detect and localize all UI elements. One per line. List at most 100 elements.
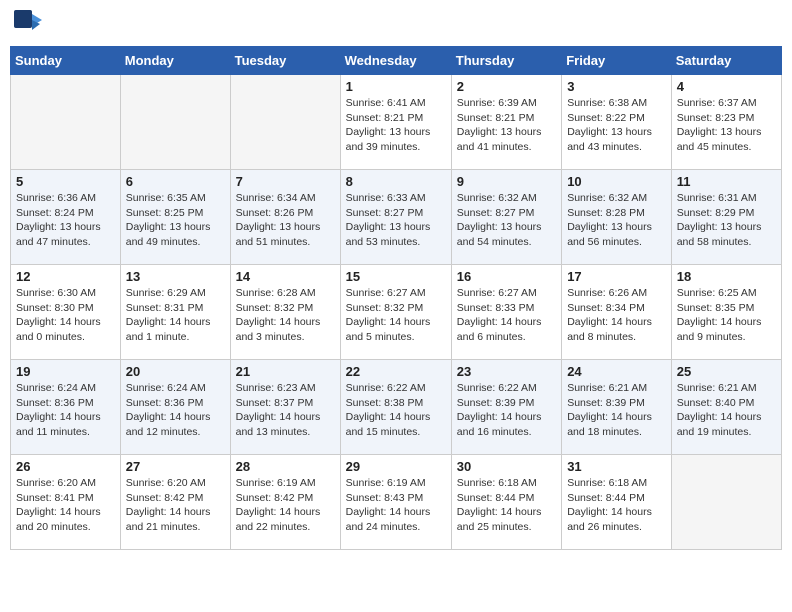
- day-info: Sunrise: 6:26 AM Sunset: 8:34 PM Dayligh…: [567, 286, 666, 345]
- calendar-cell: 10Sunrise: 6:32 AM Sunset: 8:28 PM Dayli…: [562, 170, 672, 265]
- calendar-cell: 20 Sunrise: 6:24 AM Sunset: 8:36 PM Dayli…: [120, 360, 230, 455]
- calendar-cell: 21 Sunrise: 6:23 AM Sunset: 8:37 PM Dayli…: [230, 360, 340, 455]
- calendar-cell: 13 Sunrise: 6:29 AM Sunset: 8:31 PM Dayli…: [120, 265, 230, 360]
- calendar-cell: [120, 75, 230, 170]
- day-number: 5: [16, 174, 115, 189]
- day-number: 24: [567, 364, 666, 379]
- day-info: Sunrise: 6:30 AM Sunset: 8:30 PM Dayligh…: [16, 286, 115, 345]
- day-number: 4: [677, 79, 776, 94]
- day-number: 30: [457, 459, 556, 474]
- calendar-cell: [230, 75, 340, 170]
- day-number: 13: [126, 269, 225, 284]
- calendar-cell: 16 Sunrise: 6:27 AM Sunset: 8:33 PM Dayli…: [451, 265, 561, 360]
- calendar-cell: 14Sunrise: 6:28 AM Sunset: 8:32 PM Dayli…: [230, 265, 340, 360]
- calendar-week-row: 5 Sunrise: 6:36 AM Sunset: 8:24 PM Daylig…: [11, 170, 782, 265]
- day-info: Sunrise: 6:23 AM Sunset: 8:37 PM Dayligh…: [236, 381, 335, 440]
- day-number: 23: [457, 364, 556, 379]
- calendar-cell: 4Sunrise: 6:37 AM Sunset: 8:23 PM Daylig…: [671, 75, 781, 170]
- day-info: Sunrise: 6:22 AM Sunset: 8:39 PM Dayligh…: [457, 381, 556, 440]
- day-number: 11: [677, 174, 776, 189]
- calendar-cell: 28Sunrise: 6:19 AM Sunset: 8:42 PM Dayli…: [230, 455, 340, 550]
- day-number: 2: [457, 79, 556, 94]
- day-number: 22: [346, 364, 446, 379]
- day-info: Sunrise: 6:31 AM Sunset: 8:29 PM Dayligh…: [677, 191, 776, 250]
- day-info: Sunrise: 6:38 AM Sunset: 8:22 PM Dayligh…: [567, 96, 666, 155]
- day-number: 19: [16, 364, 115, 379]
- calendar-cell: 31 Sunrise: 6:18 AM Sunset: 8:44 PM Dayli…: [562, 455, 672, 550]
- day-info: Sunrise: 6:20 AM Sunset: 8:41 PM Dayligh…: [16, 476, 115, 535]
- calendar-cell: 7Sunrise: 6:34 AM Sunset: 8:26 PM Daylig…: [230, 170, 340, 265]
- calendar-cell: 1 Sunrise: 6:41 AM Sunset: 8:21 PM Daylig…: [340, 75, 451, 170]
- day-number: 20: [126, 364, 225, 379]
- day-info: Sunrise: 6:18 AM Sunset: 8:44 PM Dayligh…: [567, 476, 666, 535]
- day-number: 15: [346, 269, 446, 284]
- day-info: Sunrise: 6:20 AM Sunset: 8:42 PM Dayligh…: [126, 476, 225, 535]
- day-info: Sunrise: 6:27 AM Sunset: 8:33 PM Dayligh…: [457, 286, 556, 345]
- calendar-cell: 6 Sunrise: 6:35 AM Sunset: 8:25 PM Daylig…: [120, 170, 230, 265]
- day-info: Sunrise: 6:36 AM Sunset: 8:24 PM Dayligh…: [16, 191, 115, 250]
- calendar-cell: 24 Sunrise: 6:21 AM Sunset: 8:39 PM Dayli…: [562, 360, 672, 455]
- calendar-cell: 11 Sunrise: 6:31 AM Sunset: 8:29 PM Dayli…: [671, 170, 781, 265]
- calendar-cell: 27 Sunrise: 6:20 AM Sunset: 8:42 PM Dayli…: [120, 455, 230, 550]
- calendar-week-row: 19 Sunrise: 6:24 AM Sunset: 8:36 PM Dayli…: [11, 360, 782, 455]
- day-number: 6: [126, 174, 225, 189]
- day-info: Sunrise: 6:41 AM Sunset: 8:21 PM Dayligh…: [346, 96, 446, 155]
- day-number: 9: [457, 174, 556, 189]
- calendar-cell: [671, 455, 781, 550]
- calendar-cell: 17Sunrise: 6:26 AM Sunset: 8:34 PM Dayli…: [562, 265, 672, 360]
- day-number: 26: [16, 459, 115, 474]
- calendar-cell: 15 Sunrise: 6:27 AM Sunset: 8:32 PM Dayli…: [340, 265, 451, 360]
- calendar-week-row: 26 Sunrise: 6:20 AM Sunset: 8:41 PM Dayli…: [11, 455, 782, 550]
- day-number: 16: [457, 269, 556, 284]
- day-number: 1: [346, 79, 446, 94]
- day-number: 8: [346, 174, 446, 189]
- calendar-header-row: SundayMondayTuesdayWednesdayThursdayFrid…: [11, 47, 782, 75]
- page-header: [10, 10, 782, 38]
- calendar-table: SundayMondayTuesdayWednesdayThursdayFrid…: [10, 46, 782, 550]
- day-number: 21: [236, 364, 335, 379]
- day-info: Sunrise: 6:27 AM Sunset: 8:32 PM Dayligh…: [346, 286, 446, 345]
- day-number: 18: [677, 269, 776, 284]
- day-info: Sunrise: 6:19 AM Sunset: 8:43 PM Dayligh…: [346, 476, 446, 535]
- day-info: Sunrise: 6:39 AM Sunset: 8:21 PM Dayligh…: [457, 96, 556, 155]
- calendar-cell: 25 Sunrise: 6:21 AM Sunset: 8:40 PM Dayli…: [671, 360, 781, 455]
- calendar-header-saturday: Saturday: [671, 47, 781, 75]
- day-number: 31: [567, 459, 666, 474]
- calendar-header-wednesday: Wednesday: [340, 47, 451, 75]
- calendar-cell: 30 Sunrise: 6:18 AM Sunset: 8:44 PM Dayli…: [451, 455, 561, 550]
- day-info: Sunrise: 6:24 AM Sunset: 8:36 PM Dayligh…: [126, 381, 225, 440]
- calendar-cell: 8 Sunrise: 6:33 AM Sunset: 8:27 PM Daylig…: [340, 170, 451, 265]
- calendar-cell: 9 Sunrise: 6:32 AM Sunset: 8:27 PM Daylig…: [451, 170, 561, 265]
- day-info: Sunrise: 6:21 AM Sunset: 8:39 PM Dayligh…: [567, 381, 666, 440]
- calendar-header-monday: Monday: [120, 47, 230, 75]
- calendar-cell: 3 Sunrise: 6:38 AM Sunset: 8:22 PM Daylig…: [562, 75, 672, 170]
- calendar-cell: [11, 75, 121, 170]
- day-info: Sunrise: 6:33 AM Sunset: 8:27 PM Dayligh…: [346, 191, 446, 250]
- calendar-header-thursday: Thursday: [451, 47, 561, 75]
- calendar-cell: 19 Sunrise: 6:24 AM Sunset: 8:36 PM Dayli…: [11, 360, 121, 455]
- logo-icon: [14, 10, 42, 38]
- day-number: 27: [126, 459, 225, 474]
- calendar-header-tuesday: Tuesday: [230, 47, 340, 75]
- day-info: Sunrise: 6:18 AM Sunset: 8:44 PM Dayligh…: [457, 476, 556, 535]
- day-info: Sunrise: 6:28 AM Sunset: 8:32 PM Dayligh…: [236, 286, 335, 345]
- calendar-cell: 2 Sunrise: 6:39 AM Sunset: 8:21 PM Daylig…: [451, 75, 561, 170]
- calendar-cell: 18 Sunrise: 6:25 AM Sunset: 8:35 PM Dayli…: [671, 265, 781, 360]
- calendar-cell: 12 Sunrise: 6:30 AM Sunset: 8:30 PM Dayli…: [11, 265, 121, 360]
- day-number: 3: [567, 79, 666, 94]
- day-info: Sunrise: 6:32 AM Sunset: 8:27 PM Dayligh…: [457, 191, 556, 250]
- day-info: Sunrise: 6:35 AM Sunset: 8:25 PM Dayligh…: [126, 191, 225, 250]
- calendar-header-sunday: Sunday: [11, 47, 121, 75]
- day-info: Sunrise: 6:25 AM Sunset: 8:35 PM Dayligh…: [677, 286, 776, 345]
- day-info: Sunrise: 6:29 AM Sunset: 8:31 PM Dayligh…: [126, 286, 225, 345]
- calendar-week-row: 1 Sunrise: 6:41 AM Sunset: 8:21 PM Daylig…: [11, 75, 782, 170]
- day-number: 25: [677, 364, 776, 379]
- day-info: Sunrise: 6:34 AM Sunset: 8:26 PM Dayligh…: [236, 191, 335, 250]
- day-number: 29: [346, 459, 446, 474]
- calendar-cell: 22Sunrise: 6:22 AM Sunset: 8:38 PM Dayli…: [340, 360, 451, 455]
- day-info: Sunrise: 6:19 AM Sunset: 8:42 PM Dayligh…: [236, 476, 335, 535]
- day-number: 12: [16, 269, 115, 284]
- day-info: Sunrise: 6:21 AM Sunset: 8:40 PM Dayligh…: [677, 381, 776, 440]
- day-info: Sunrise: 6:24 AM Sunset: 8:36 PM Dayligh…: [16, 381, 115, 440]
- day-number: 10: [567, 174, 666, 189]
